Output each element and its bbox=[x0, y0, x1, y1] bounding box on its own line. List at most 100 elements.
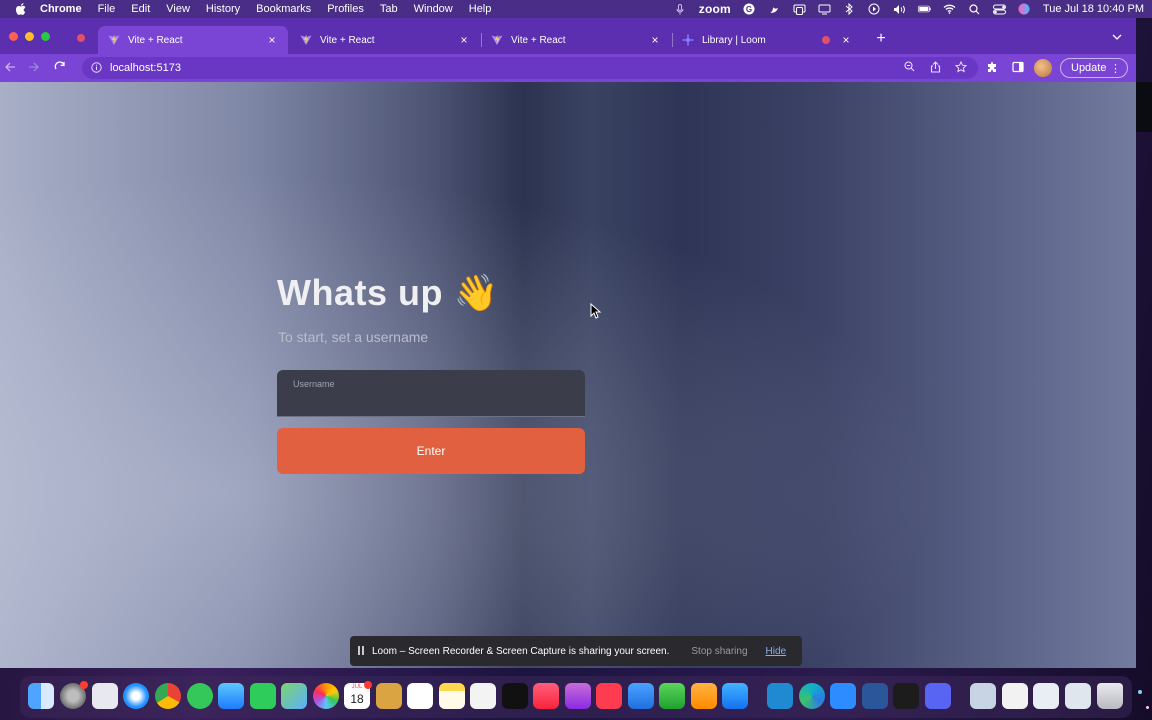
finder-icon[interactable] bbox=[28, 683, 54, 709]
close-tab-icon[interactable]: × bbox=[266, 34, 278, 46]
freeform-icon[interactable] bbox=[470, 683, 496, 709]
trash-icon[interactable] bbox=[1097, 683, 1123, 709]
wifi-icon[interactable] bbox=[943, 4, 956, 15]
side-panel-icon[interactable] bbox=[1011, 61, 1025, 75]
back-icon[interactable] bbox=[3, 61, 17, 75]
notes-app-icon[interactable] bbox=[376, 683, 402, 709]
username-field[interactable]: Username bbox=[277, 370, 585, 417]
chrome-icon[interactable] bbox=[155, 683, 181, 709]
messages-icon[interactable] bbox=[187, 683, 213, 709]
maps-icon[interactable] bbox=[281, 683, 307, 709]
numbers-icon[interactable] bbox=[659, 683, 685, 709]
tab-vite-react-1[interactable]: Vite + React × bbox=[98, 26, 288, 54]
profile-avatar[interactable] bbox=[1034, 59, 1052, 77]
share-icon[interactable] bbox=[928, 61, 942, 75]
tab-title: Vite + React bbox=[128, 34, 183, 46]
enter-button[interactable]: Enter bbox=[277, 428, 585, 474]
vite-favicon-icon bbox=[300, 34, 312, 46]
tab-strip: Vite + React × Vite + React × Vite + Rea… bbox=[0, 18, 1136, 54]
tab-vite-react-3[interactable]: Vite + React × bbox=[481, 26, 671, 54]
minimize-window-button[interactable] bbox=[25, 32, 34, 41]
menu-tab[interactable]: Tab bbox=[380, 3, 398, 15]
new-tab-icon[interactable]: + bbox=[873, 31, 889, 48]
podcasts-icon[interactable] bbox=[565, 683, 591, 709]
menu-file[interactable]: File bbox=[98, 3, 116, 15]
hide-button[interactable]: Hide bbox=[766, 646, 787, 657]
mail-icon[interactable] bbox=[218, 683, 244, 709]
photos-icon[interactable] bbox=[313, 683, 339, 709]
stop-sharing-button[interactable]: Stop sharing bbox=[687, 646, 751, 657]
bird-icon[interactable] bbox=[768, 4, 781, 15]
page-subtitle: To start, set a username bbox=[278, 329, 429, 345]
fullscreen-window-button[interactable] bbox=[41, 32, 50, 41]
screenshots-stack-icon[interactable] bbox=[1065, 683, 1091, 709]
bookmark-star-icon[interactable] bbox=[954, 60, 968, 75]
menu-profiles[interactable]: Profiles bbox=[327, 3, 364, 15]
facetime-icon[interactable] bbox=[250, 683, 276, 709]
extensions-puzzle-icon[interactable] bbox=[985, 61, 999, 75]
tab-vite-react-2[interactable]: Vite + React × bbox=[290, 26, 480, 54]
forward-icon[interactable] bbox=[27, 61, 41, 75]
discord-icon[interactable] bbox=[925, 683, 951, 709]
mouse-cursor-icon bbox=[590, 303, 602, 319]
vscode-icon[interactable] bbox=[767, 683, 793, 709]
microphone-icon[interactable] bbox=[674, 3, 687, 15]
grammarly-icon[interactable]: G bbox=[743, 3, 756, 15]
menu-view[interactable]: View bbox=[166, 3, 190, 15]
battery-icon[interactable] bbox=[917, 4, 931, 15]
launchpad-icon[interactable] bbox=[92, 683, 118, 709]
safari-icon[interactable] bbox=[123, 683, 149, 709]
notes-icon[interactable] bbox=[439, 683, 465, 709]
kebab-menu-icon[interactable]: ⋮ bbox=[1110, 62, 1121, 75]
url-text[interactable]: localhost:5173 bbox=[110, 62, 181, 74]
volume-icon[interactable] bbox=[893, 4, 906, 15]
tab-library-loom[interactable]: Library | Loom × bbox=[672, 26, 862, 54]
control-center-icon[interactable] bbox=[992, 4, 1006, 15]
tab-search-chevron-icon[interactable] bbox=[1111, 32, 1123, 44]
keynote-icon[interactable] bbox=[628, 683, 654, 709]
zoom-magnifier-icon[interactable] bbox=[902, 61, 916, 75]
close-tab-icon[interactable]: × bbox=[458, 34, 470, 46]
wallpaper-sparkle bbox=[1146, 706, 1149, 709]
wallpaper-sparkle bbox=[1138, 690, 1142, 694]
zoom-menubar-label[interactable]: zoom bbox=[699, 2, 731, 16]
apple-tv-icon[interactable] bbox=[502, 683, 528, 709]
spotlight-search-icon[interactable] bbox=[968, 3, 981, 15]
display-icon[interactable] bbox=[818, 4, 831, 15]
edge-icon[interactable] bbox=[799, 683, 825, 709]
music-icon[interactable] bbox=[533, 683, 559, 709]
close-window-button[interactable] bbox=[9, 32, 18, 41]
terminal-icon[interactable] bbox=[893, 683, 919, 709]
app-store-icon[interactable] bbox=[722, 683, 748, 709]
menu-bookmarks[interactable]: Bookmarks bbox=[256, 3, 311, 15]
menubar-clock[interactable]: Tue Jul 18 10:40 PM bbox=[1043, 3, 1144, 15]
pages-icon[interactable] bbox=[691, 683, 717, 709]
site-info-icon[interactable] bbox=[90, 62, 102, 74]
update-chrome-button[interactable]: Update ⋮ bbox=[1060, 58, 1128, 78]
downloads-stack-icon[interactable] bbox=[1033, 683, 1059, 709]
close-tab-icon[interactable]: × bbox=[840, 34, 852, 46]
address-bar[interactable]: localhost:5173 bbox=[82, 57, 978, 79]
preview-icon[interactable] bbox=[970, 683, 996, 709]
menu-window[interactable]: Window bbox=[414, 3, 453, 15]
svg-text:G: G bbox=[746, 5, 752, 14]
news-icon[interactable] bbox=[596, 683, 622, 709]
menu-edit[interactable]: Edit bbox=[131, 3, 150, 15]
close-tab-icon[interactable]: × bbox=[649, 34, 661, 46]
menu-history[interactable]: History bbox=[206, 3, 240, 15]
pause-icon[interactable] bbox=[358, 646, 366, 656]
menu-app-name[interactable]: Chrome bbox=[40, 3, 82, 15]
reload-icon[interactable] bbox=[53, 61, 67, 75]
siri-icon[interactable] bbox=[1018, 3, 1031, 15]
menu-help[interactable]: Help bbox=[469, 3, 492, 15]
apple-menu-icon[interactable] bbox=[16, 3, 28, 15]
word-icon[interactable] bbox=[862, 683, 888, 709]
zoom-app-icon[interactable] bbox=[830, 683, 856, 709]
loom-recording-dot-icon bbox=[822, 36, 830, 44]
bluetooth-icon[interactable] bbox=[843, 3, 856, 15]
screen-mirroring-icon[interactable] bbox=[793, 4, 806, 15]
username-input[interactable] bbox=[293, 392, 569, 410]
play-icon[interactable] bbox=[868, 3, 881, 15]
reminders-icon[interactable] bbox=[407, 683, 433, 709]
documents-stack-icon[interactable] bbox=[1002, 683, 1028, 709]
